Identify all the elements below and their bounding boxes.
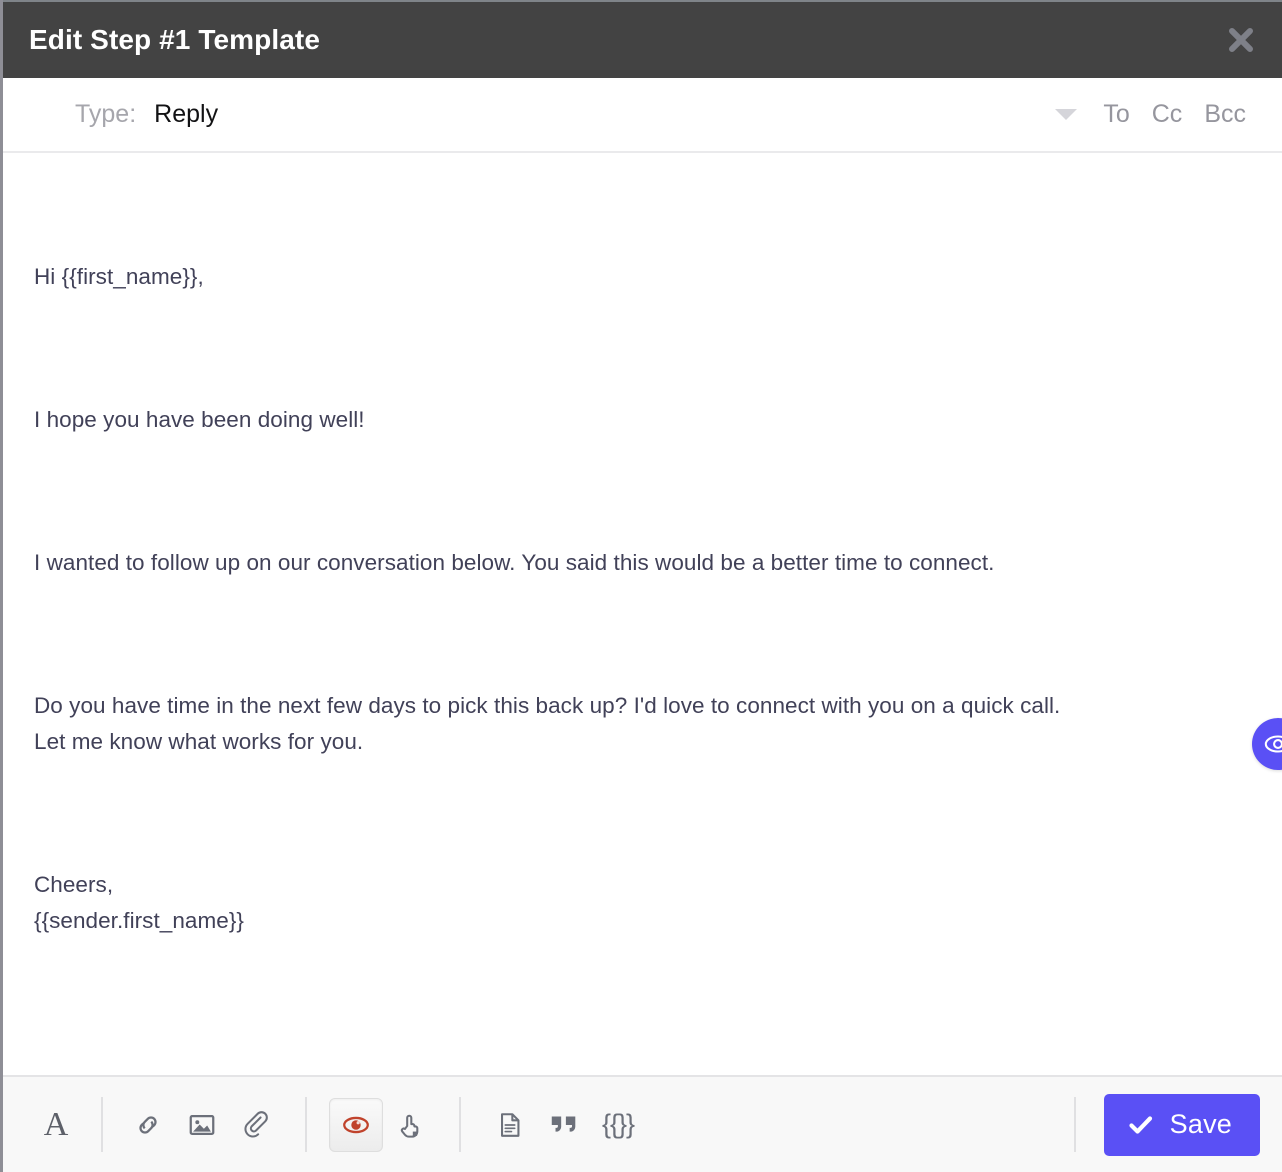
eye-icon: [1263, 729, 1282, 759]
email-greeting: Hi {{first_name}}, I hope you have been …: [34, 187, 1248, 1011]
document-icon-svg: [495, 1110, 525, 1140]
email-signature: Cheers, {{sender.first_name}}: [34, 867, 1248, 939]
editor-toolbar: A: [3, 1075, 1282, 1172]
close-icon-svg: [1226, 25, 1256, 55]
save-button[interactable]: Save: [1104, 1094, 1260, 1156]
text-format-icon[interactable]: A: [29, 1098, 83, 1152]
quote-icon[interactable]: [537, 1098, 591, 1152]
eye-icon[interactable]: [329, 1098, 383, 1152]
merge-field-glyph: {{}}: [602, 1109, 634, 1140]
pointing-hand-icon-svg: [395, 1110, 425, 1140]
eye-icon-svg: [340, 1109, 372, 1141]
toolbar-divider: [459, 1097, 461, 1152]
toolbar-divider: [101, 1097, 103, 1152]
merge-field-icon[interactable]: {{}}: [591, 1098, 645, 1152]
toolbar-divider: [1074, 1097, 1076, 1152]
email-body-editor[interactable]: Hi {{first_name}}, I hope you have been …: [3, 153, 1282, 1075]
email-paragraph: I hope you have been doing well!: [34, 402, 1248, 438]
toolbar-divider: [305, 1097, 307, 1152]
attachment-icon[interactable]: [229, 1098, 283, 1152]
close-icon[interactable]: [1220, 19, 1262, 61]
image-icon[interactable]: [175, 1098, 229, 1152]
save-button-label: Save: [1170, 1109, 1232, 1140]
cc-field-toggle[interactable]: Cc: [1152, 100, 1183, 129]
email-paragraph: Do you have time in the next few days to…: [34, 688, 1248, 760]
template-icon[interactable]: [483, 1098, 537, 1152]
click-tracking-icon[interactable]: [383, 1098, 437, 1152]
chevron-down-icon[interactable]: [1055, 109, 1077, 120]
message-meta-row: Type: Reply To Cc Bcc: [3, 78, 1282, 153]
paperclip-icon-svg: [241, 1110, 271, 1140]
recipient-controls: To Cc Bcc: [1055, 100, 1246, 129]
to-field-toggle[interactable]: To: [1103, 100, 1129, 129]
check-icon: [1128, 1112, 1154, 1138]
page-title: Edit Step #1 Template: [29, 26, 320, 54]
link-icon[interactable]: [121, 1098, 175, 1152]
modal-header: Edit Step #1 Template: [3, 0, 1282, 78]
email-paragraph: Hi {{first_name}},: [34, 259, 1248, 295]
image-icon-svg: [187, 1110, 217, 1140]
quote-icon-svg: [548, 1111, 580, 1139]
preview-toggle-badge[interactable]: [1252, 718, 1282, 770]
text-format-glyph: A: [44, 1108, 69, 1142]
type-value-dropdown[interactable]: Reply: [154, 100, 218, 129]
bcc-field-toggle[interactable]: Bcc: [1204, 100, 1246, 129]
edit-template-modal: Edit Step #1 Template Type: Reply To Cc …: [0, 0, 1282, 1172]
link-icon-svg: [133, 1110, 163, 1140]
email-paragraph: I wanted to follow up on our conversatio…: [34, 545, 1248, 581]
type-label: Type:: [75, 100, 136, 129]
